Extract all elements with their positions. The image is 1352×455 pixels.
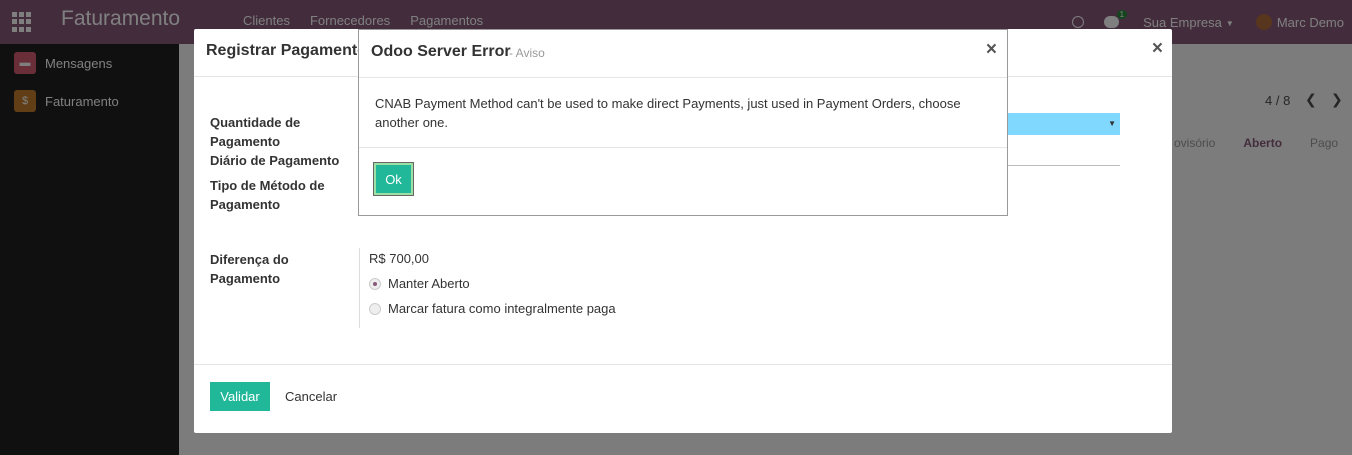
divider xyxy=(359,147,1007,148)
journal-select[interactable]: ▼ xyxy=(1007,113,1120,135)
dialog-title: Odoo Server Error xyxy=(371,43,511,60)
difference-amount: R$ 700,00 xyxy=(369,251,429,266)
error-message: CNAB Payment Method can't be used to mak… xyxy=(375,96,961,130)
radio-keep-open[interactable]: Manter Aberto xyxy=(369,276,470,291)
server-error-dialog: Odoo Server Error - Aviso × CNAB Payment… xyxy=(358,29,1008,216)
label-amount: Quantidade de Pagamento xyxy=(210,115,301,149)
dialog-subtitle: - Aviso xyxy=(509,46,545,60)
label-journal: Diário de Pagamento xyxy=(210,153,340,168)
radio-label: Marcar fatura como integralmente paga xyxy=(388,301,616,316)
validate-button[interactable]: Validar xyxy=(210,382,270,411)
radio-label: Manter Aberto xyxy=(388,276,470,291)
ok-button[interactable]: Ok xyxy=(374,163,413,195)
radio-unchecked-icon[interactable] xyxy=(369,302,381,315)
field-underline xyxy=(1007,165,1120,166)
close-icon[interactable]: × xyxy=(1152,39,1163,58)
radio-mark-fully-paid[interactable]: Marcar fatura como integralmente paga xyxy=(369,301,616,316)
label-method: Tipo de Método de Pagamento xyxy=(210,178,325,212)
close-icon[interactable]: × xyxy=(986,40,997,59)
divider xyxy=(359,248,360,328)
radio-checked-icon[interactable] xyxy=(369,277,381,290)
cancel-button[interactable]: Cancelar xyxy=(285,389,337,404)
divider xyxy=(194,364,1172,365)
caret-down-icon: ▼ xyxy=(1108,119,1116,128)
label-difference: Diferença do Pagamento xyxy=(210,252,289,286)
divider xyxy=(359,77,1007,78)
dialog-title: Registrar Pagamento xyxy=(206,42,367,59)
